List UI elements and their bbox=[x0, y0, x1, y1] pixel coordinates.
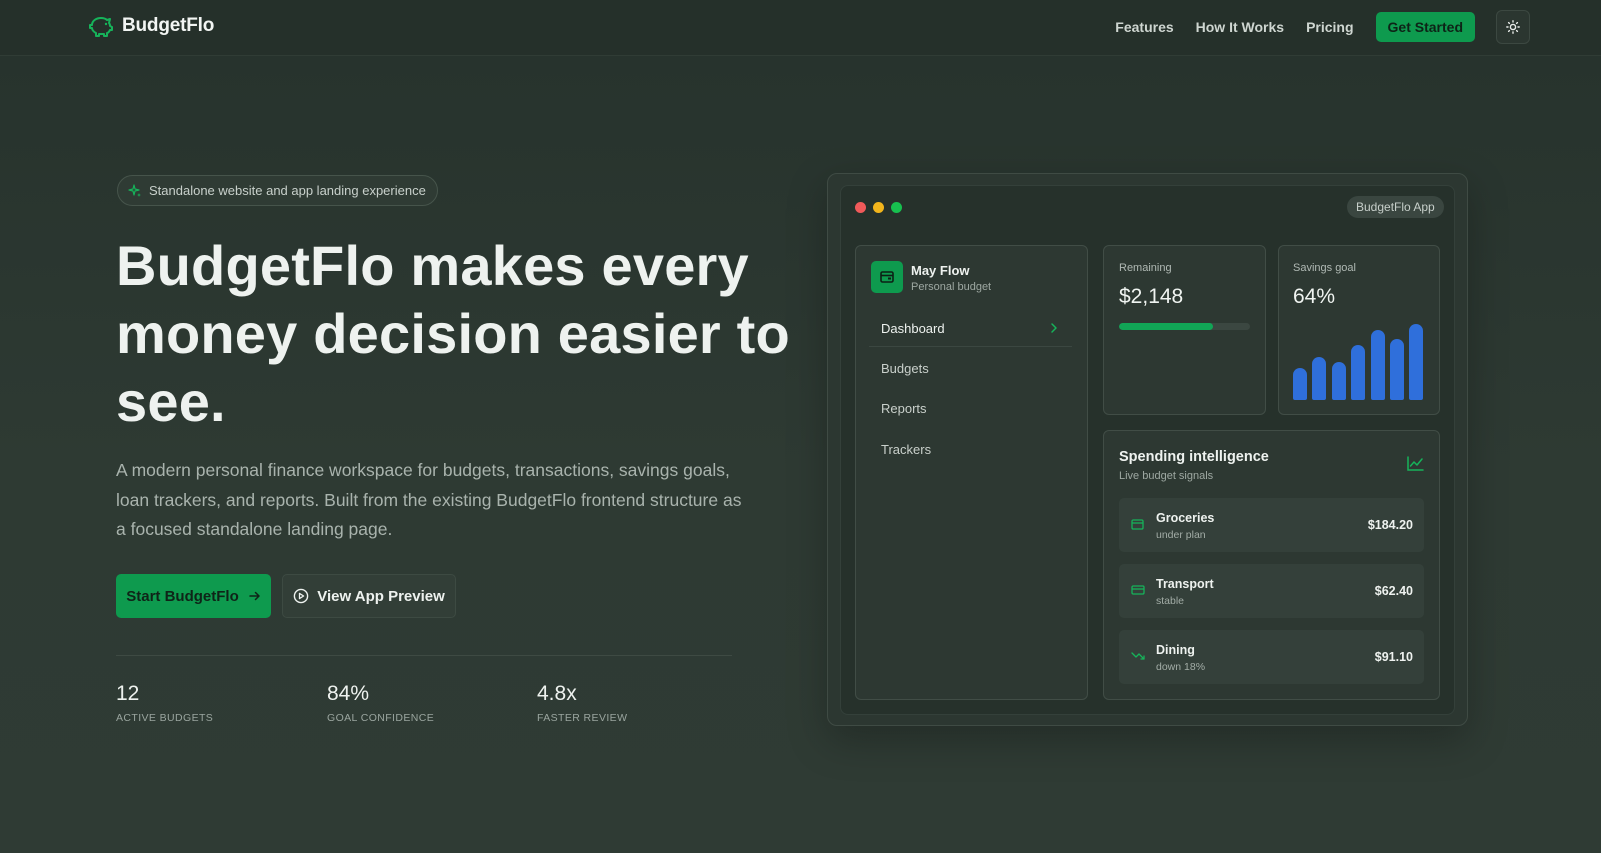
wallet-badge bbox=[871, 261, 903, 293]
savings-bar bbox=[1370, 330, 1385, 400]
card-icon bbox=[1131, 585, 1145, 595]
window-minimize-dot bbox=[873, 202, 884, 213]
nav-link-features[interactable]: Features bbox=[1115, 19, 1173, 35]
stat-label: ACTIVE BUDGETS bbox=[116, 712, 214, 724]
spending-row-groceries[interactable]: Groceries under plan $184.20 bbox=[1119, 498, 1424, 552]
window-maximize-dot bbox=[891, 202, 902, 213]
sun-icon bbox=[1506, 20, 1520, 34]
remaining-label: Remaining bbox=[1119, 262, 1172, 274]
stat-value: 12 bbox=[116, 682, 140, 705]
brand-logo-link[interactable]: BudgetFlo bbox=[88, 14, 214, 38]
row-note: down 18% bbox=[1156, 661, 1206, 673]
savings-bar bbox=[1390, 339, 1404, 400]
hero-title: BudgetFlo makes every money decision eas… bbox=[116, 234, 790, 433]
chart-line-icon[interactable] bbox=[1406, 456, 1424, 472]
sidebar-item-budgets[interactable]: Budgets bbox=[881, 361, 929, 376]
chevron-right-icon bbox=[1051, 323, 1057, 333]
stat-active-budgets: 12 ACTIVE BUDGETS bbox=[116, 682, 213, 724]
app-tag-badge: BudgetFlo App bbox=[1347, 196, 1444, 218]
savings-bar bbox=[1351, 344, 1366, 400]
spending-row-transport[interactable]: Transport stable $62.40 bbox=[1119, 564, 1424, 618]
remaining-progress-fill bbox=[1119, 323, 1214, 330]
stats-divider bbox=[116, 655, 732, 656]
sparkle-icon bbox=[128, 183, 141, 197]
stat-goal-confidence: 84% GOAL CONFIDENCE bbox=[327, 682, 434, 724]
sidebar-item-trackers[interactable]: Trackers bbox=[881, 442, 931, 457]
stat-label: GOAL CONFIDENCE bbox=[327, 712, 435, 724]
theme-toggle-button[interactable] bbox=[1496, 10, 1530, 44]
sidebar-subtitle: Personal budget bbox=[911, 281, 992, 293]
nav-link-how-it-works[interactable]: How It Works bbox=[1196, 19, 1284, 35]
savings-bar bbox=[1331, 362, 1346, 400]
sidebar-item-dashboard[interactable]: Dashboard bbox=[881, 321, 945, 336]
top-navbar: BudgetFlo Features How It Works Pricing … bbox=[0, 0, 1601, 56]
stat-value: 4.8x bbox=[537, 682, 577, 705]
stat-value: 84% bbox=[327, 682, 370, 705]
spending-subtitle: Live budget signals bbox=[1119, 470, 1214, 482]
stat-label: FASTER REVIEW bbox=[537, 712, 628, 724]
view-app-preview-button[interactable]: View App Preview bbox=[282, 574, 456, 618]
main-nav: Features How It Works Pricing Get Starte… bbox=[1115, 12, 1497, 42]
row-note: under plan bbox=[1156, 529, 1206, 541]
remaining-progress-bar bbox=[1119, 323, 1250, 330]
savings-bar bbox=[1312, 357, 1327, 400]
row-amount: $184.20 bbox=[1367, 518, 1413, 532]
brand-name: BudgetFlo bbox=[122, 15, 215, 36]
window-close-dot bbox=[855, 202, 866, 213]
feature-pill-text: Standalone website and app landing exper… bbox=[149, 183, 426, 198]
savings-bar-chart bbox=[1293, 320, 1424, 400]
savings-value: 64% bbox=[1293, 285, 1336, 308]
row-note: stable bbox=[1156, 595, 1185, 607]
stat-faster-review: 4.8x FASTER REVIEW bbox=[537, 682, 627, 724]
wallet-icon bbox=[880, 271, 894, 283]
row-name: Transport bbox=[1156, 577, 1214, 591]
view-app-preview-label: View App Preview bbox=[317, 587, 445, 605]
start-budgetflo-button[interactable]: Start BudgetFlo bbox=[116, 574, 271, 618]
nav-link-pricing[interactable]: Pricing bbox=[1306, 19, 1353, 35]
row-amount: $91.10 bbox=[1374, 650, 1413, 664]
start-budgetflo-label: Start BudgetFlo bbox=[126, 587, 239, 605]
row-name: Groceries bbox=[1156, 511, 1215, 525]
row-name: Dining bbox=[1156, 643, 1195, 657]
piggy-bank-icon bbox=[89, 17, 113, 37]
spending-row-dining[interactable]: Dining down 18% $91.10 bbox=[1119, 630, 1424, 684]
feature-pill: Standalone website and app landing exper… bbox=[117, 175, 438, 206]
spending-title: Spending intelligence bbox=[1119, 449, 1269, 465]
row-amount: $62.40 bbox=[1374, 584, 1413, 598]
hero-subtitle: A modern personal finance workspace for … bbox=[116, 460, 742, 539]
wallet-icon bbox=[1131, 519, 1144, 530]
savings-label: Savings goal bbox=[1293, 262, 1356, 274]
arrow-right-icon bbox=[249, 591, 260, 601]
get-started-button[interactable]: Get Started bbox=[1375, 12, 1475, 42]
trend-down-icon bbox=[1131, 652, 1145, 660]
sidebar-item-reports[interactable]: Reports bbox=[881, 401, 927, 416]
remaining-value: $2,148 bbox=[1119, 285, 1184, 308]
savings-bar bbox=[1293, 368, 1307, 400]
savings-bar bbox=[1409, 324, 1424, 400]
sidebar-title: May Flow bbox=[911, 263, 970, 278]
play-circle-icon bbox=[293, 588, 309, 604]
